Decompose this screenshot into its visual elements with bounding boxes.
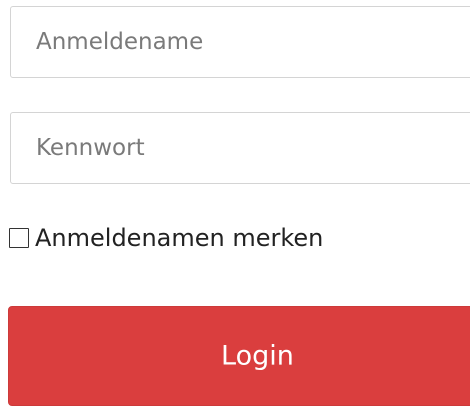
checkbox-icon[interactable] bbox=[9, 228, 29, 248]
username-input[interactable] bbox=[10, 6, 470, 78]
remember-username-checkbox[interactable]: Anmeldenamen merken bbox=[9, 218, 323, 258]
login-form: Anmeldenamen merken Login bbox=[0, 0, 470, 408]
login-button[interactable]: Login bbox=[8, 306, 470, 406]
remember-username-label: Anmeldenamen merken bbox=[35, 224, 324, 252]
login-button-label: Login bbox=[221, 340, 294, 372]
password-input[interactable] bbox=[10, 112, 470, 184]
